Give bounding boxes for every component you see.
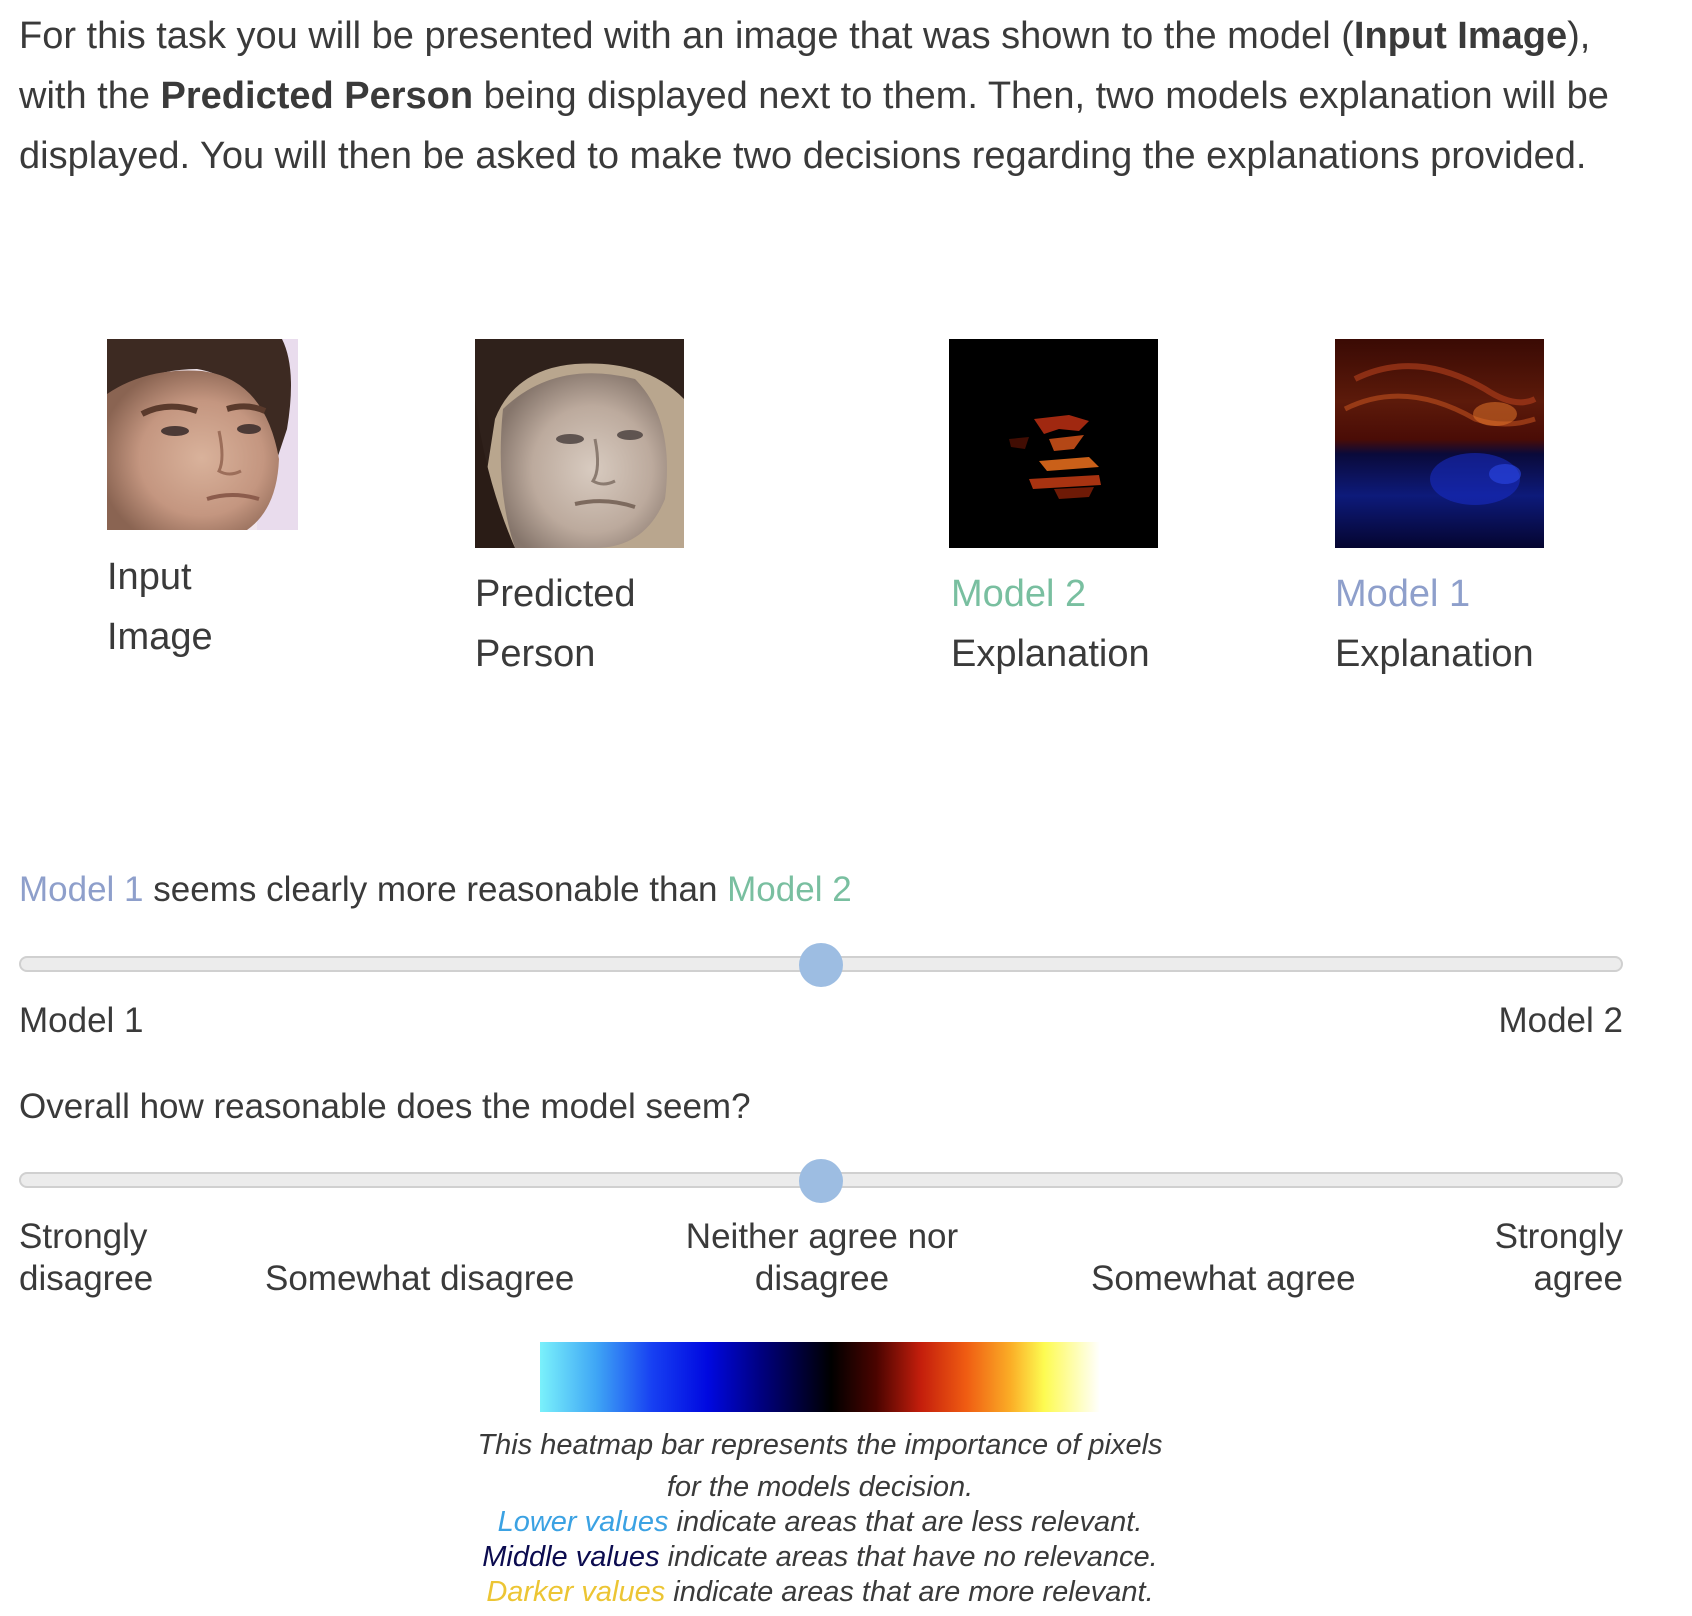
comparison-slider-thumb[interactable] [799,943,843,987]
comparison-question: Model 1 seems clearly more reasonable th… [19,870,852,909]
input-image-emphasis: Input Image [1353,15,1568,57]
somewhat-agree-label: Somewhat agree [1091,1259,1356,1298]
model1-explanation-heatmap [1335,339,1544,548]
heatmap-colorbar [540,1342,1100,1412]
comparison-slider-track[interactable] [19,943,1623,987]
reasonableness-slider-track[interactable] [19,1159,1623,1203]
instructions-text: For this task you will be presented with… [19,15,1609,177]
predicted-person-image [475,339,684,548]
model2-explanation-label: Model 2 Explanation [951,573,1150,675]
heatmap-middle-values-note: Middle values indicate areas that have n… [482,1541,1158,1573]
model2-explanation-heatmap [949,339,1158,548]
model1-explanation-label: Model 1 Explanation [1335,573,1534,675]
reasonableness-slider-thumb[interactable] [799,1159,843,1203]
comparison-slider-left-label: Model 1 [19,1001,144,1040]
somewhat-disagree-label: Somewhat disagree [265,1259,575,1298]
input-image [107,339,298,530]
reasonableness-question: Overall how reasonable does the model se… [19,1087,751,1126]
comparison-slider-right-label: Model 2 [1498,1001,1623,1040]
strongly-agree-label: Strongly agree [1494,1217,1623,1298]
strongly-disagree-label: Strongly disagree [19,1217,154,1298]
heatmap-caption-line1: This heatmap bar represents the importan… [477,1429,1163,1461]
heatmap-darker-values-note: Darker values indicate areas that are mo… [486,1576,1154,1608]
heatmap-caption-line2: for the models decision. [666,1471,974,1503]
predicted-person-label: Predicted Person [475,573,636,675]
neither-agree-label: Neither agree nor disagree [685,1217,959,1298]
heatmap-lower-values-note: Lower values indicate areas that are les… [497,1506,1143,1538]
predicted-person-emphasis: Predicted Person [160,75,474,117]
input-image-label: Input Image [107,556,213,658]
